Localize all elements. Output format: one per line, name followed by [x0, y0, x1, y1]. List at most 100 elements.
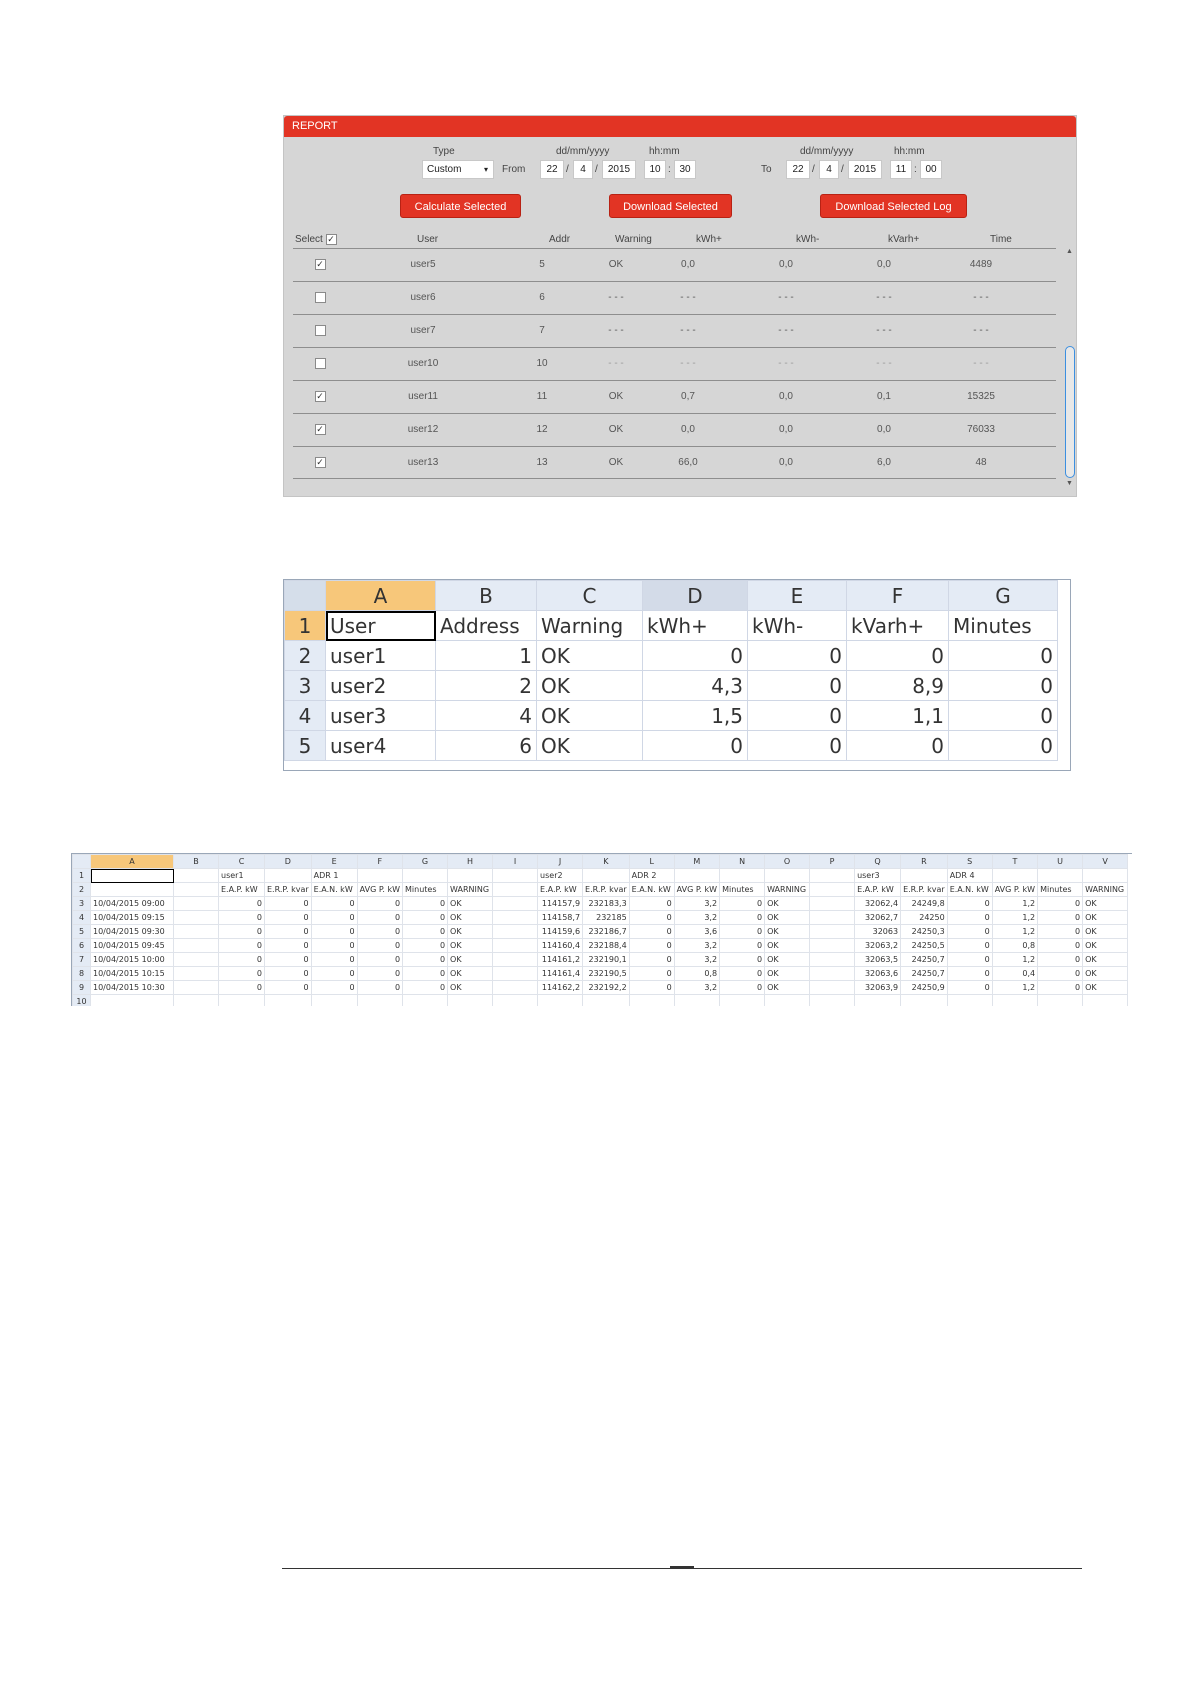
cell[interactable]: 0 [1037, 980, 1084, 995]
cell[interactable]: Minutes [719, 882, 766, 897]
cell[interactable]: 0 [356, 980, 404, 995]
cell[interactable]: E.A.N. kW [628, 882, 675, 897]
row-header[interactable]: 6 [72, 938, 91, 953]
cell[interactable]: 232185 [582, 910, 630, 925]
cell[interactable]: 0 [218, 966, 265, 981]
column-header[interactable]: U [1037, 854, 1084, 869]
cell[interactable]: 10/04/2015 09:30 [90, 924, 174, 939]
cell[interactable]: user3 [325, 700, 436, 731]
cell[interactable] [173, 924, 219, 939]
cell[interactable]: AVG P. kW [991, 882, 1039, 897]
cell[interactable]: 0 [628, 938, 675, 953]
cell[interactable]: OK [764, 952, 811, 967]
type-select[interactable]: Custom ▾ [422, 160, 494, 179]
cell[interactable]: OK [1082, 896, 1129, 911]
cell[interactable]: 114162,2 [537, 980, 584, 995]
cell[interactable] [173, 910, 219, 925]
cell[interactable]: 0 [719, 952, 766, 967]
cell[interactable]: 114161,4 [537, 966, 584, 981]
cell[interactable]: 0 [719, 896, 766, 911]
cell[interactable] [90, 882, 174, 897]
cell[interactable] [264, 868, 312, 883]
cell[interactable] [492, 910, 539, 925]
cell[interactable]: OK [764, 896, 811, 911]
cell[interactable]: 0 [1037, 952, 1084, 967]
cell[interactable]: 0 [946, 910, 993, 925]
row-header[interactable]: 3 [284, 670, 326, 701]
cell[interactable]: 32062,4 [854, 896, 902, 911]
column-header[interactable]: C [218, 854, 265, 869]
to-minute-input[interactable]: 00 [920, 160, 942, 179]
cell[interactable]: 24249,8 [900, 896, 948, 911]
from-hour-input[interactable]: 10 [644, 160, 666, 179]
row-header[interactable]: 2 [284, 640, 326, 671]
cell[interactable]: 0 [628, 910, 675, 925]
cell[interactable] [809, 938, 856, 953]
cell[interactable]: 24250,7 [900, 966, 948, 981]
cell[interactable]: 0 [356, 938, 404, 953]
column-header[interactable]: D [642, 580, 748, 611]
cell[interactable]: 4,3 [642, 670, 748, 701]
column-header[interactable]: F [356, 854, 404, 869]
cell[interactable] [809, 980, 856, 995]
to-year-input[interactable]: 2015 [848, 160, 882, 179]
from-year-input[interactable]: 2015 [602, 160, 636, 179]
cell[interactable]: 0 [747, 640, 847, 671]
cell[interactable]: 0 [264, 924, 312, 939]
cell[interactable]: 232190,5 [582, 966, 630, 981]
cell[interactable]: 0 [719, 966, 766, 981]
column-header[interactable]: T [991, 854, 1039, 869]
cell[interactable] [628, 994, 675, 1006]
scroll-up-icon[interactable]: ▲ [1066, 248, 1073, 255]
cell[interactable] [492, 896, 539, 911]
cell[interactable]: 24250 [900, 910, 948, 925]
from-minute-input[interactable]: 30 [674, 160, 696, 179]
cell[interactable]: 24250,9 [900, 980, 948, 995]
cell[interactable]: OK [447, 938, 494, 953]
from-day-input[interactable]: 22 [540, 160, 564, 179]
row-checkbox[interactable]: ✓ [314, 258, 326, 270]
cell[interactable]: 0 [747, 670, 847, 701]
column-header[interactable]: S [946, 854, 993, 869]
cell[interactable]: 3,2 [673, 938, 721, 953]
cell[interactable]: 1,1 [846, 700, 949, 731]
cell[interactable] [173, 994, 219, 1006]
cell[interactable]: 0 [356, 966, 404, 981]
column-header[interactable]: B [435, 580, 537, 611]
cell[interactable]: OK [764, 924, 811, 939]
cell[interactable] [809, 896, 856, 911]
cell[interactable] [173, 896, 219, 911]
cell[interactable] [673, 994, 721, 1006]
cell[interactable]: 0 [264, 980, 312, 995]
cell[interactable] [809, 924, 856, 939]
cell[interactable]: user3 [854, 868, 902, 883]
cell[interactable]: OK [1082, 938, 1129, 953]
cell[interactable]: 0 [218, 952, 265, 967]
cell[interactable]: 114159,6 [537, 924, 584, 939]
cell[interactable] [218, 994, 265, 1006]
cell[interactable]: 2 [435, 670, 537, 701]
cell[interactable]: Minutes [948, 610, 1058, 641]
column-header[interactable]: G [948, 580, 1058, 611]
download-selected-button[interactable]: Download Selected [609, 194, 732, 218]
cell[interactable]: 0 [402, 896, 449, 911]
cell[interactable]: 232190,1 [582, 952, 630, 967]
cell[interactable]: 24250,5 [900, 938, 948, 953]
cell[interactable]: OK [1082, 966, 1129, 981]
row-header[interactable]: 2 [72, 882, 91, 897]
select-all-corner[interactable] [72, 854, 91, 869]
scroll-down-icon[interactable]: ▼ [1066, 480, 1073, 487]
row-checkbox[interactable] [314, 357, 326, 369]
cell[interactable] [402, 868, 449, 883]
cell[interactable]: WARNING [1082, 882, 1129, 897]
cell[interactable] [809, 966, 856, 981]
cell[interactable]: user1 [325, 640, 436, 671]
cell[interactable] [492, 952, 539, 967]
cell[interactable] [492, 994, 539, 1006]
cell[interactable]: 0 [402, 910, 449, 925]
cell[interactable]: 114158,7 [537, 910, 584, 925]
cell[interactable]: user2 [537, 868, 584, 883]
row-header[interactable]: 1 [72, 868, 91, 883]
cell[interactable]: ADR 2 [628, 868, 675, 883]
cell[interactable]: user4 [325, 730, 436, 761]
